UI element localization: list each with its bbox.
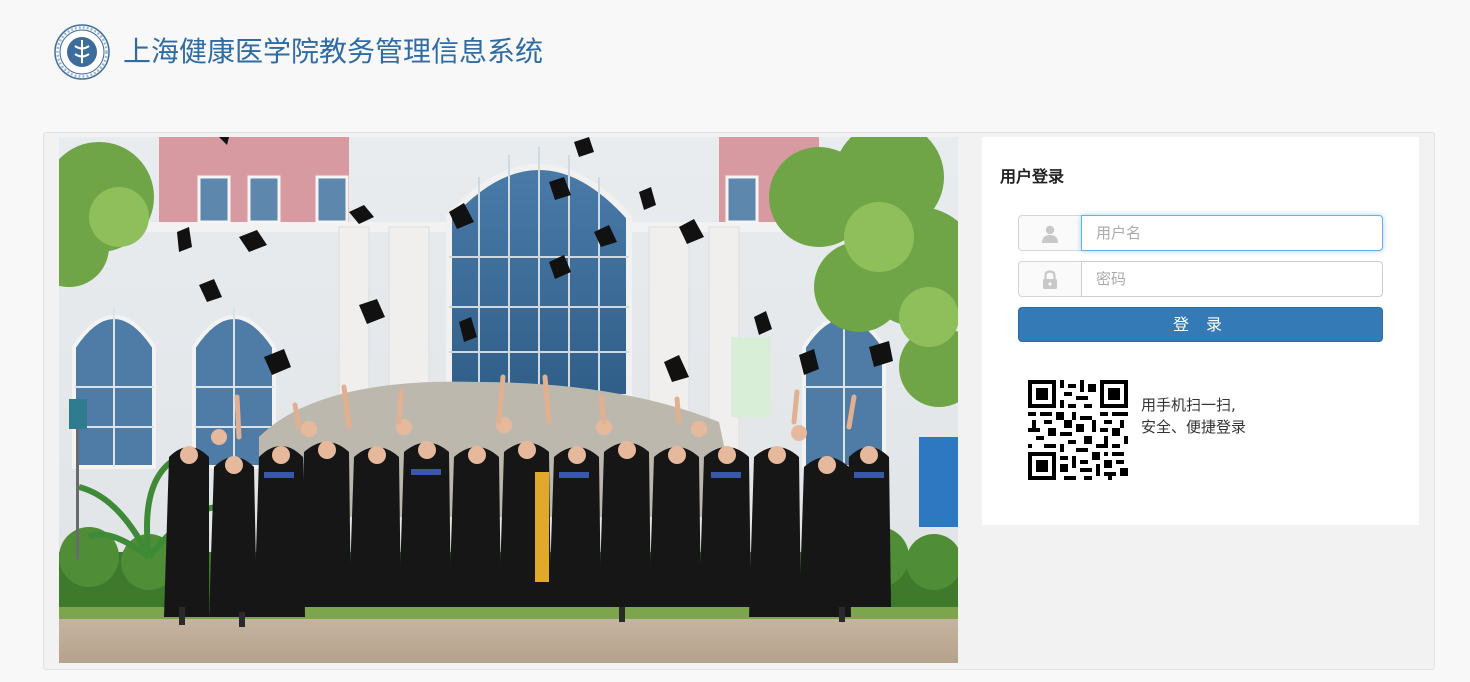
qr-caption-line1: 用手机扫一扫, bbox=[1141, 396, 1236, 414]
school-seal-icon bbox=[54, 24, 110, 80]
password-input[interactable] bbox=[1081, 261, 1383, 297]
qr-caption-line2: 安全、便捷登录 bbox=[1141, 418, 1247, 436]
site-title: 上海健康医学院教务管理信息系统 bbox=[123, 35, 544, 68]
qr-code-icon bbox=[1028, 380, 1128, 480]
username-input[interactable] bbox=[1081, 215, 1383, 251]
page-header: 上海健康医学院教务管理信息系统 bbox=[0, 0, 1470, 105]
user-icon-addon bbox=[1018, 215, 1081, 251]
lock-icon-addon bbox=[1018, 261, 1081, 297]
qr-caption: 用手机扫一扫, 安全、便捷登录 bbox=[1141, 394, 1246, 438]
username-group bbox=[1018, 215, 1383, 251]
login-panel: 用户登录 登 录 bbox=[982, 137, 1419, 525]
graduation-photo bbox=[59, 137, 958, 663]
login-button[interactable]: 登 录 bbox=[1018, 307, 1383, 342]
user-icon bbox=[1042, 225, 1058, 243]
password-group bbox=[1018, 261, 1383, 297]
login-title: 用户登录 bbox=[1000, 167, 1065, 186]
lock-icon bbox=[1043, 270, 1057, 289]
